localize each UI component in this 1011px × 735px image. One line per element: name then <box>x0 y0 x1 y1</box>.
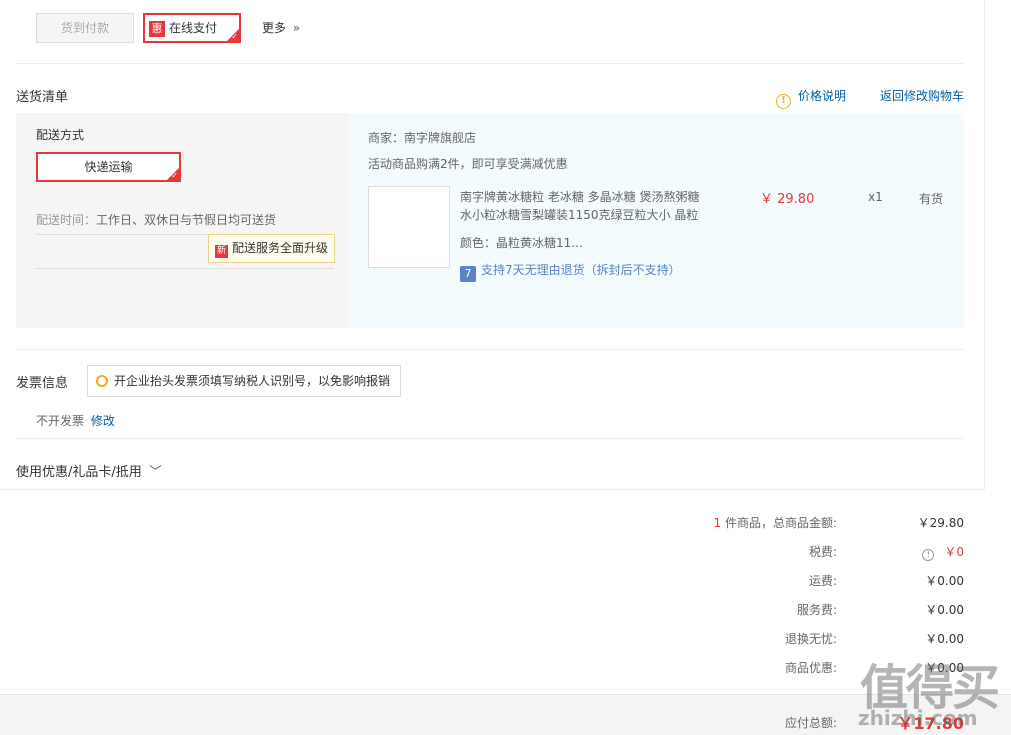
cod-payment-button[interactable]: 货到付款 <box>36 13 134 43</box>
shipping-fee-value: ￥0.00 <box>925 574 964 588</box>
shop-label: 商家： <box>368 131 405 145</box>
color-label: 颜色： <box>460 236 497 250</box>
back-to-cart-link[interactable]: 返回修改购物车 <box>880 87 964 104</box>
promo-text: 活动商品购满2件，即可享受满减优惠 <box>368 157 568 171</box>
return-policy-text: 支持7天无理由退货（拆封后不支持） <box>481 263 681 277</box>
checkout-panel: 货到付款 惠在线支付 ✓ 更多 » 送货清单 ! 价格说明 返回修改购物车 配送方… <box>0 0 985 490</box>
discount-label: 商品优惠: <box>784 661 837 675</box>
check-icon: ✓ <box>171 171 178 180</box>
check-icon: ✓ <box>231 32 238 41</box>
tax-value: ￥0 <box>944 545 964 559</box>
invoice-tip: 开企业抬头发票须填写纳税人识别号，以免影响报销 <box>87 365 402 397</box>
coupon-toggle[interactable]: 使用优惠/礼品卡/抵用 ﹀ <box>16 461 162 480</box>
product-title-line2[interactable]: 水小粒冰糖雪梨罐装1150克绿豆粒大小 晶粒 <box>460 206 698 223</box>
product-thumbnail[interactable] <box>368 186 450 268</box>
divider <box>16 63 964 64</box>
tax-row: ! ￥0 <box>922 543 964 561</box>
delivery-time-label: 配送时间： <box>36 213 97 227</box>
seven-day-return-icon: 7 <box>460 266 476 282</box>
product-title-line1[interactable]: 南字牌黄冰糖粒 老冰糖 多晶冰糖 煲汤熬粥糖 <box>460 188 699 205</box>
payable-label: 应付总额: <box>784 716 837 730</box>
info-icon[interactable]: ! <box>922 549 935 561</box>
goods-count-label: 1 件商品，总商品金额: <box>713 514 837 531</box>
shipping-method-title: 配送方式 <box>36 128 85 142</box>
discount-badge-icon: 惠 <box>149 20 165 37</box>
goods-total-value: ￥29.80 <box>917 516 964 530</box>
online-payment-button[interactable]: 惠在线支付 ✓ <box>143 13 241 43</box>
watermark-url: zhizhi.com <box>858 706 978 730</box>
product-price: ￥ 29.80 <box>760 192 815 207</box>
more-label: 更多 <box>262 21 287 35</box>
express-shipping-button[interactable]: 快递运输 ✓ <box>36 152 181 182</box>
shop-name: 商家：南字牌旗舰店 <box>368 129 476 146</box>
price-note-label: 价格说明 <box>798 89 847 103</box>
goods-count-suffix: 件商品，总商品金额: <box>724 516 837 530</box>
color-value: 晶粒黄冰糖11... <box>496 236 583 250</box>
delivery-time-value: 工作日、双休日与节假日均可送货 <box>96 213 277 227</box>
delivery-list-title: 送货清单 <box>16 90 69 105</box>
goods-count: 1 <box>713 516 722 530</box>
return-policy: 7 支持7天无理由退货（拆封后不支持） <box>460 261 681 282</box>
new-badge-icon: 新 <box>215 245 228 258</box>
shipping-upgrade-tip: 新配送服务全面升级 <box>208 234 336 263</box>
invoice-edit-link[interactable]: 修改 <box>91 414 115 428</box>
invoice-tip-text: 开企业抬头发票须填写纳税人识别号，以免影响报销 <box>114 374 391 388</box>
more-payment-link[interactable]: 更多 » <box>262 19 300 36</box>
tax-label: 税费: <box>808 545 837 559</box>
stock-status: 有货 <box>919 192 944 206</box>
product-color: 颜色：晶粒黄冰糖11... <box>460 234 583 251</box>
invoice-status-text: 不开发票 <box>36 414 85 428</box>
invoice-title: 发票信息 <box>16 376 69 391</box>
invoice-status: 不开发票 修改 <box>36 412 115 429</box>
express-label: 快递运输 <box>84 160 133 174</box>
divider <box>16 438 964 439</box>
price-note-link[interactable]: ! 价格说明 <box>776 87 846 109</box>
double-chevron-icon: » <box>292 21 301 35</box>
coupon-title: 使用优惠/礼品卡/抵用 <box>16 465 142 480</box>
bulb-icon <box>96 375 108 387</box>
service-fee-label: 服务费: <box>796 603 837 617</box>
product-quantity: x1 <box>868 190 883 204</box>
return-worry-free-label: 退换无忧: <box>784 632 837 646</box>
online-payment-label: 在线支付 <box>169 21 218 35</box>
delivery-time: 配送时间：工作日、双休日与节假日均可送货 <box>36 211 276 228</box>
upgrade-tip-text: 配送服务全面升级 <box>232 241 329 255</box>
chevron-down-icon: ﹀ <box>148 465 162 480</box>
divider <box>16 349 964 350</box>
info-icon: ! <box>776 94 791 109</box>
shop-value: 南字牌旗舰店 <box>404 131 477 145</box>
return-worry-free-value: ￥0.00 <box>925 632 964 646</box>
shipping-fee-label: 运费: <box>808 574 837 588</box>
divider <box>36 268 334 269</box>
service-fee-value: ￥0.00 <box>925 603 964 617</box>
